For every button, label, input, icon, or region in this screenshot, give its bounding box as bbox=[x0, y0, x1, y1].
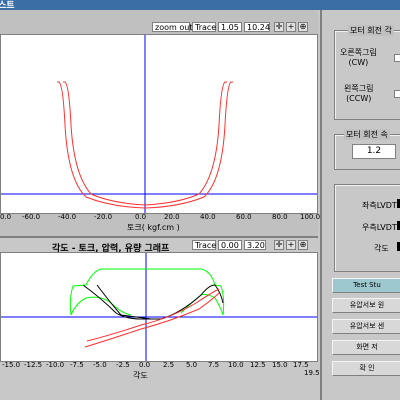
crosshair-icon[interactable]: ✛ bbox=[274, 22, 284, 32]
top-xtick: -20.0 bbox=[94, 213, 113, 221]
bottom-xtick: 17.5 bbox=[293, 361, 309, 369]
motor-rotation-angle-title: 모터 회전 각 bbox=[348, 25, 394, 36]
bottom-xtick: 12.5 bbox=[250, 361, 266, 369]
bottom-xtick: 19.5 bbox=[304, 369, 320, 377]
bottom-red-curve bbox=[84, 288, 220, 348]
motor-rotation-speed-title: 모터 회전 속 bbox=[344, 129, 390, 140]
top-xtick: -40.0 bbox=[58, 213, 77, 221]
left-lvdt-label: 좌측LVDT bbox=[362, 201, 397, 210]
hydraulic-servo-origin-button[interactable]: 유압서보 원 bbox=[332, 298, 400, 313]
motor-rotation-angle-group bbox=[334, 30, 400, 120]
top-xtick: 60.0 bbox=[236, 213, 252, 221]
bottom-xtick: -15.0 bbox=[2, 361, 21, 369]
bottom-trace-value-1[interactable]: 0.00 bbox=[218, 240, 242, 250]
bottom-xtick: -2.5 bbox=[116, 361, 130, 369]
title-bar: 스트 bbox=[0, 0, 400, 11]
top-xtick: 0.0 bbox=[135, 213, 147, 221]
plus-move-icon[interactable]: + bbox=[286, 22, 296, 32]
bottom-xtick: 0.0 bbox=[139, 361, 151, 369]
divider bbox=[0, 236, 318, 238]
top-xtick: 40.0 bbox=[200, 213, 216, 221]
top-xtick: 0.0 bbox=[0, 213, 12, 221]
top-xtick: -60.0 bbox=[22, 213, 41, 221]
top-graph-svg bbox=[1, 35, 317, 213]
bottom-xtick: -7.5 bbox=[70, 361, 84, 369]
bottom-xtick: 7.5 bbox=[208, 361, 220, 369]
zoom-out-button[interactable]: zoom out bbox=[152, 22, 192, 32]
trace-value-2[interactable]: 10.24 bbox=[244, 22, 270, 32]
hydraulic-servo-sensor-button[interactable]: 유압서보 센 bbox=[332, 319, 400, 334]
bottom-graph-plot[interactable] bbox=[0, 252, 318, 362]
plus-move-icon[interactable]: + bbox=[286, 240, 296, 250]
cw-indicator[interactable] bbox=[394, 54, 400, 62]
speed-value-field[interactable]: 1.2 bbox=[352, 144, 396, 159]
magnifier-icon[interactable]: ⊕ bbox=[298, 22, 308, 32]
bottom-trace-value-2[interactable]: 3.20 bbox=[244, 240, 266, 250]
ccw-label: 왼쪽그림 (CCW) bbox=[344, 84, 374, 103]
bottom-trace-label: Trace bbox=[192, 240, 216, 250]
right-panel-separator bbox=[320, 10, 322, 400]
bottom-xtick: 5.0 bbox=[186, 361, 198, 369]
right-lvdt-label: 우측LVDT bbox=[362, 223, 397, 232]
bottom-xtick: 15.0 bbox=[272, 361, 288, 369]
crosshair-icon[interactable]: ✛ bbox=[274, 240, 284, 250]
top-x-label: 토크( kgf.cm ) bbox=[127, 223, 180, 232]
ccw-indicator[interactable] bbox=[394, 90, 400, 98]
bottom-xtick: -12.5 bbox=[24, 361, 43, 369]
bottom-xtick: 10.0 bbox=[228, 361, 244, 369]
cw-label: 오른쪽그림 (CW) bbox=[340, 48, 377, 67]
bottom-graph-svg bbox=[1, 253, 317, 361]
bottom-black-curve bbox=[82, 284, 224, 320]
confirm-button[interactable]: 확 인 bbox=[332, 361, 400, 376]
save-screen-button[interactable]: 화면 저 bbox=[332, 340, 400, 355]
bottom-xtick: 2.5 bbox=[163, 361, 175, 369]
bottom-x-label: 각도 bbox=[133, 371, 148, 380]
test-start-button[interactable]: Test Stu bbox=[332, 278, 400, 293]
top-graph-plot[interactable] bbox=[0, 34, 318, 214]
bottom-xtick: -10.0 bbox=[46, 361, 65, 369]
bottom-xtick: -5.0 bbox=[93, 361, 107, 369]
top-xtick: 80.0 bbox=[272, 213, 288, 221]
top-xtick: 100.0 bbox=[300, 213, 321, 221]
angle-label: 각도 bbox=[374, 244, 389, 253]
top-xtick: 20.0 bbox=[164, 213, 180, 221]
trace-label: Trace bbox=[192, 22, 216, 32]
trace-value-1[interactable]: 1.05 bbox=[218, 22, 242, 32]
magnifier-icon[interactable]: ⊕ bbox=[298, 240, 308, 250]
